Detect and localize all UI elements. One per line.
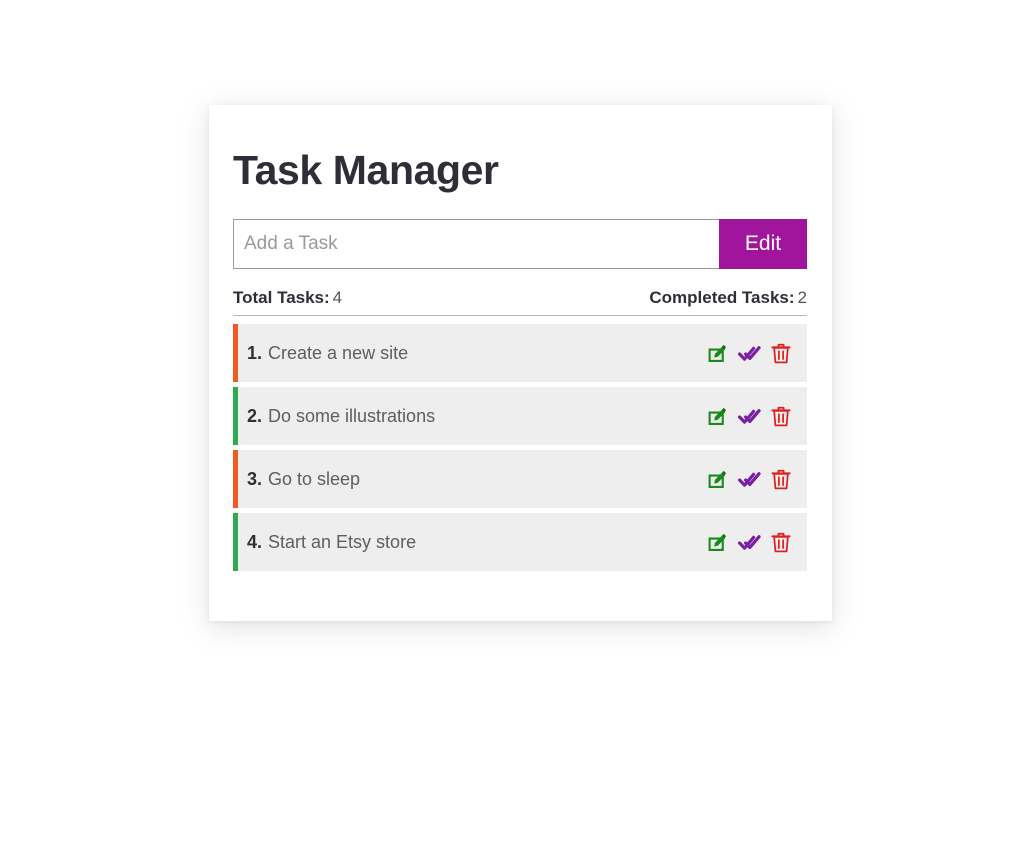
edit-task-button[interactable]: [705, 530, 729, 554]
app-root: Task Manager Edit Total Tasks:4 Complete…: [0, 0, 1025, 841]
page-title: Task Manager: [233, 147, 499, 193]
completed-tasks-value: 2: [797, 288, 807, 307]
complete-task-button[interactable]: [737, 341, 761, 365]
total-tasks-value: 4: [332, 288, 343, 307]
task-row[interactable]: 4. Start an Etsy store: [233, 513, 807, 571]
task-number: 4.: [247, 531, 263, 552]
task-actions: [705, 467, 793, 491]
stats-row: Total Tasks: 4 Completed Tasks: 2: [233, 288, 807, 316]
double-check-icon: [737, 532, 761, 553]
edit-square-pencil-icon: [707, 343, 728, 364]
task-status-accent-bar: [233, 387, 238, 445]
task-actions: [705, 530, 793, 554]
task-text: Do some illustrations: [268, 405, 436, 426]
edit-square-pencil-icon: [707, 406, 728, 427]
edit-button[interactable]: Edit: [719, 219, 807, 269]
complete-task-button[interactable]: [737, 530, 761, 554]
delete-task-button[interactable]: [769, 404, 793, 428]
task-number: 2.: [247, 405, 263, 426]
task-row[interactable]: 2. Do some illustrations: [233, 387, 807, 445]
edit-square-pencil-icon: [707, 469, 728, 490]
task-status-accent-bar: [233, 450, 238, 508]
total-tasks-label: Total Tasks:: [233, 288, 330, 307]
completed-tasks-label: Completed Tasks:: [649, 288, 795, 307]
trash-icon: [771, 532, 791, 553]
complete-task-button[interactable]: [737, 467, 761, 491]
task-actions: [705, 404, 793, 428]
edit-square-pencil-icon: [707, 532, 728, 553]
task-row[interactable]: 1. Create a new site: [233, 324, 807, 382]
edit-task-button[interactable]: [705, 404, 729, 428]
task-manager-card: Task Manager Edit Total Tasks:4 Complete…: [209, 105, 832, 621]
complete-task-button[interactable]: [737, 404, 761, 428]
double-check-icon: [737, 343, 761, 364]
task-text: Go to sleep: [268, 468, 361, 489]
task-actions: [705, 341, 793, 365]
task-number: 3.: [247, 468, 263, 489]
task-row[interactable]: 3. Go to sleep: [233, 450, 807, 508]
delete-task-button[interactable]: [769, 467, 793, 491]
task-text: Start an Etsy store: [268, 531, 417, 552]
task-status-accent-bar: [233, 324, 238, 382]
trash-icon: [771, 469, 791, 490]
add-task-input[interactable]: [233, 219, 719, 269]
double-check-icon: [737, 406, 761, 427]
trash-icon: [771, 406, 791, 427]
trash-icon: [771, 343, 791, 364]
task-status-accent-bar: [233, 513, 238, 571]
delete-task-button[interactable]: [769, 341, 793, 365]
task-list: 1. Create a new site 2. Do some illustra…: [233, 324, 807, 571]
delete-task-button[interactable]: [769, 530, 793, 554]
card-content: Task Manager Edit Total Tasks:4 Complete…: [233, 133, 808, 576]
total-tasks-stat: Total Tasks: 4: [233, 288, 342, 308]
task-number: 1.: [247, 342, 263, 363]
task-text: Create a new site: [268, 342, 409, 363]
add-task-row: Edit: [233, 219, 807, 269]
completed-tasks-stat: Completed Tasks: 2: [649, 288, 807, 308]
double-check-icon: [737, 469, 761, 490]
edit-task-button[interactable]: [705, 341, 729, 365]
edit-task-button[interactable]: [705, 467, 729, 491]
